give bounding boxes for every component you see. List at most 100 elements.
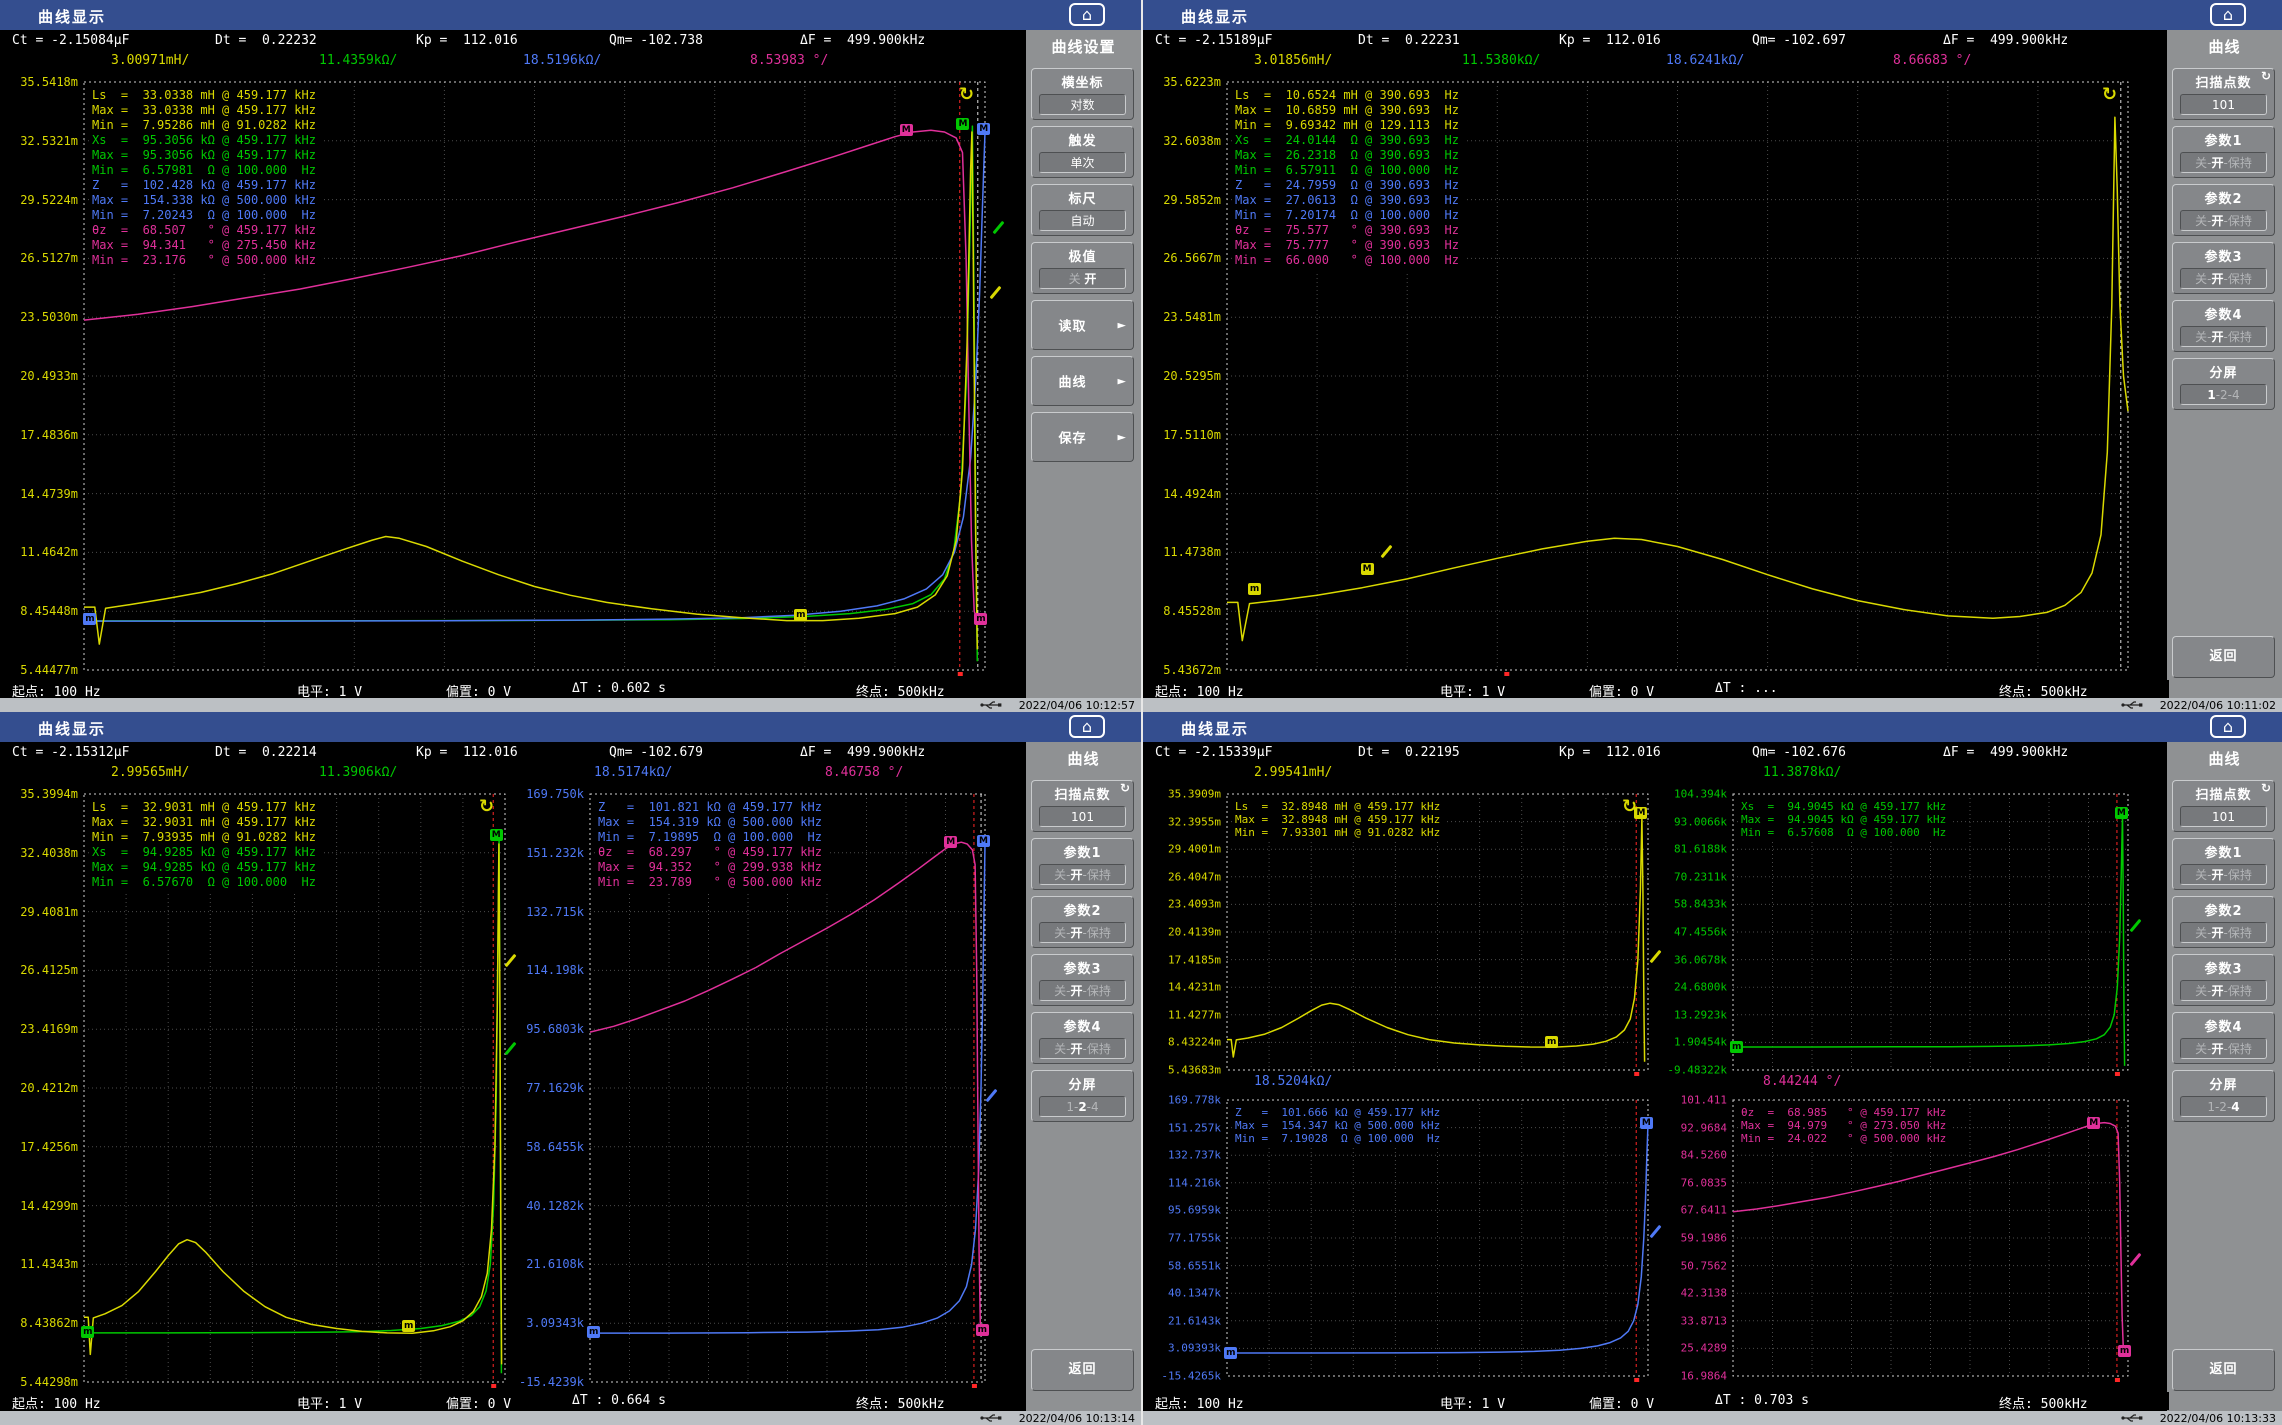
value-option: -4 bbox=[1087, 1100, 1099, 1114]
button-label: 参数2 bbox=[1032, 897, 1133, 919]
y-axis-label: 114.216k bbox=[1147, 1176, 1221, 1189]
button-param4[interactable]: 参数4关-开-保持 bbox=[2172, 300, 2275, 352]
y-axis-label: 26.4125m bbox=[4, 963, 78, 977]
marker-max: M bbox=[977, 835, 990, 847]
button-value: 关-开-保持 bbox=[1039, 1038, 1126, 1059]
button-param3[interactable]: 参数3关-开-保持 bbox=[2172, 242, 2275, 294]
y-axis-label: 11.4738m bbox=[1147, 545, 1221, 559]
y-axis-label: 32.3955m bbox=[1147, 815, 1221, 828]
button-param1[interactable]: 参数1关-开-保持 bbox=[2172, 838, 2275, 890]
button-split-screen[interactable]: 分屏1-2-4 bbox=[1031, 1070, 1134, 1122]
y-axis-label: 40.1282k bbox=[510, 1199, 584, 1213]
y-axis-label: 114.198k bbox=[510, 963, 584, 977]
stat-line: Max = 154.347 kΩ @ 500.000 kHz bbox=[1235, 1119, 1440, 1132]
measurement-value: ΔF = 499.900kHz bbox=[800, 33, 925, 48]
y-axis-label: 50.7562 bbox=[1653, 1259, 1727, 1272]
sweep-repeat-icon: ↻ bbox=[479, 796, 494, 817]
button-param2[interactable]: 参数2关-开-保持 bbox=[2172, 896, 2275, 948]
y-axis-label: 26.5667m bbox=[1147, 251, 1221, 265]
button-param3[interactable]: 参数3关-开-保持 bbox=[2172, 954, 2275, 1006]
button-label: 参数3 bbox=[2173, 243, 2274, 265]
y-axis-label: 14.4231m bbox=[1147, 981, 1221, 994]
button-back[interactable]: 返回 bbox=[2172, 1349, 2275, 1391]
stat-line: Max = 94.341 ° @ 275.450 kHz bbox=[92, 238, 316, 253]
sweep-info: 电平: 1 V bbox=[1440, 1393, 1505, 1412]
button-param1[interactable]: 参数1关-开-保持 bbox=[1031, 838, 1134, 890]
stat-line: Max = 154.319 kΩ @ 500.000 kHz bbox=[598, 815, 822, 830]
button-label: 读取 bbox=[1032, 316, 1113, 335]
stat-line: Min = 7.20243 Ω @ 100.000 Hz bbox=[92, 208, 316, 223]
home-icon[interactable]: ⌂ bbox=[2210, 715, 2246, 738]
y-axis-label: 35.5418m bbox=[4, 75, 78, 89]
panel-curve-display-2: 曲线显示⌂Ct = -2.15189μFDt = 0.22231Kp = 112… bbox=[1141, 0, 2282, 712]
y-axis-label: 84.5260 bbox=[1653, 1149, 1727, 1162]
button-value: 关-开-保持 bbox=[1039, 980, 1126, 1001]
button-param2[interactable]: 参数2关-开-保持 bbox=[2172, 184, 2275, 236]
y-axis-label: 58.8433k bbox=[1653, 898, 1727, 911]
button-ruler[interactable]: 标尺自动 bbox=[1031, 184, 1134, 236]
button-sweep-points[interactable]: 扫描点数101↻ bbox=[2172, 780, 2275, 832]
y-axis-label: 76.0835 bbox=[1653, 1176, 1727, 1189]
y-axis-label: 35.3909m bbox=[1147, 788, 1221, 801]
value-option: 关- bbox=[2195, 1042, 2211, 1056]
button-extremum[interactable]: 极值关 开 bbox=[1031, 242, 1134, 294]
button-sweep-points[interactable]: 扫描点数101↻ bbox=[2172, 68, 2275, 120]
button-sweep-points[interactable]: 扫描点数101↻ bbox=[1031, 780, 1134, 832]
panel-curve-display-3: 曲线显示⌂Ct = -2.15312μFDt = 0.22214Kp = 112… bbox=[0, 712, 1141, 1425]
button-trigger[interactable]: 触发单次 bbox=[1031, 126, 1134, 178]
button-back[interactable]: 返回 bbox=[1031, 1349, 1134, 1391]
y-axis-label: -9.48322k bbox=[1653, 1064, 1727, 1077]
home-icon[interactable]: ⌂ bbox=[1069, 715, 1105, 738]
button-param4[interactable]: 参数4 关-开-保持 bbox=[2172, 1012, 2275, 1064]
home-icon[interactable]: ⌂ bbox=[1069, 3, 1105, 26]
button-label: 参数3 bbox=[1032, 955, 1133, 977]
button-x-axis-mode[interactable]: 横坐标对数 bbox=[1031, 68, 1134, 120]
stat-line: Min = 9.69342 mH @ 129.113 Hz bbox=[1235, 118, 1459, 133]
measurement-row: Ct = -2.15339μFDt = 0.22195Kp = 112.016Q… bbox=[1143, 742, 2169, 764]
axis-scale-label: 11.4359kΩ/ bbox=[319, 53, 397, 68]
button-read[interactable]: 读取► bbox=[1031, 300, 1134, 350]
button-label: 参数4 bbox=[2173, 301, 2274, 323]
button-value: 关-开-保持 bbox=[2180, 1038, 2267, 1059]
button-label: 参数4 bbox=[2173, 1013, 2274, 1035]
button-label: 极值 bbox=[1032, 243, 1133, 265]
button-value: 101 bbox=[1039, 806, 1126, 827]
instrument-screen: 曲线显示⌂Ct = -2.15084μFDt = 0.22232Kp = 112… bbox=[0, 0, 2282, 1425]
y-axis-label: 21.6108k bbox=[510, 1257, 584, 1271]
value-option: -保持 bbox=[2224, 984, 2252, 998]
button-label: 保存 bbox=[1032, 428, 1113, 447]
y-axis-label: 23.4093m bbox=[1147, 898, 1221, 911]
marker-min: m bbox=[1545, 1036, 1558, 1048]
measurement-value: ΔF = 499.900kHz bbox=[800, 745, 925, 760]
button-save[interactable]: 保存► bbox=[1031, 412, 1134, 462]
stat-line: θz = 75.577 ° @ 390.693 Hz bbox=[1235, 223, 1459, 238]
sweep-repeat-icon: ↻ bbox=[1622, 796, 1637, 817]
button-param4[interactable]: 参数4关-开-保持 bbox=[1031, 1012, 1134, 1064]
button-curve[interactable]: 曲线► bbox=[1031, 356, 1134, 406]
marker-min: m bbox=[794, 609, 807, 621]
button-split-screen[interactable]: 分屏1-2-4 bbox=[2172, 1070, 2275, 1122]
value-option: -保持 bbox=[1083, 926, 1111, 940]
value-option: 关- bbox=[1054, 926, 1070, 940]
button-back[interactable]: 返回 bbox=[2172, 636, 2275, 678]
stat-line: Min = 24.022 ° @ 500.000 kHz bbox=[1741, 1132, 1946, 1145]
value-option: 关- bbox=[2195, 868, 2211, 882]
measurement-value: ΔF = 499.900kHz bbox=[1943, 745, 2068, 760]
button-param1[interactable]: 参数1关-开-保持 bbox=[2172, 126, 2275, 178]
axis-scale-label: 8.66683 °/ bbox=[1893, 53, 1971, 68]
axis-scale-label: 8.44244 °/ bbox=[1763, 1074, 1841, 1089]
home-icon[interactable]: ⌂ bbox=[2210, 3, 2246, 26]
button-split-screen[interactable]: 分屏1-2-4 bbox=[2172, 358, 2275, 410]
button-param3[interactable]: 参数3 关-开-保持 bbox=[1031, 954, 1134, 1006]
sweep-info-row: 起点: 100 Hz电平: 1 V偏置: 0 VΔT : 0.703 s终点: … bbox=[1143, 1392, 2169, 1410]
sweep-info: ΔT : 0.602 s bbox=[572, 681, 666, 696]
button-label: 分屏 bbox=[1032, 1071, 1133, 1093]
y-axis-label: 33.8713 bbox=[1653, 1314, 1727, 1327]
refresh-icon: ↻ bbox=[1120, 781, 1130, 795]
value-option: 关- bbox=[1054, 1042, 1070, 1056]
sweep-info: 偏置: 0 V bbox=[446, 1393, 511, 1412]
stat-line: Xs = 94.9045 kΩ @ 459.177 kHz bbox=[1741, 800, 1946, 813]
sweep-info: 终点: 500kHz bbox=[1999, 1393, 2088, 1412]
button-param2[interactable]: 参数2关-开-保持 bbox=[1031, 896, 1134, 948]
y-axis-label: 17.4256m bbox=[4, 1140, 78, 1154]
